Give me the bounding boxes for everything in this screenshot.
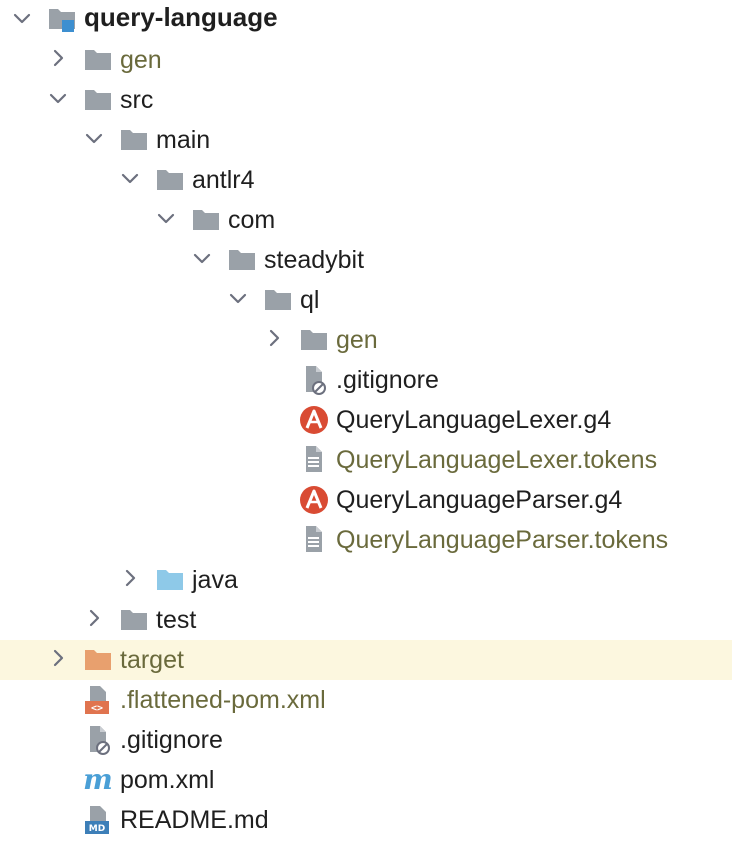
- tree-item-label: .gitignore: [336, 366, 439, 394]
- tree-item-label: main: [156, 126, 211, 154]
- tree-row-steadybit[interactable]: steadybit: [0, 240, 732, 280]
- tree-row-java[interactable]: java: [0, 560, 732, 600]
- svg-text:<>: <>: [91, 703, 103, 714]
- maven-icon: m: [82, 764, 114, 796]
- tree-item-label: .gitignore: [120, 726, 223, 754]
- tree-item-label: target: [120, 646, 184, 674]
- tree-item-label: java: [192, 566, 238, 594]
- folder-icon: [118, 124, 150, 156]
- tree-item-label: .flattened-pom.xml: [120, 686, 326, 714]
- tree-row-gitignore[interactable]: .gitignore: [0, 720, 732, 760]
- tree-item-label: antlr4: [192, 166, 255, 194]
- source-folder-icon: [154, 564, 186, 596]
- text-file-icon: [298, 524, 330, 556]
- chevron-down-icon[interactable]: [120, 168, 140, 188]
- tree-item-label: test: [156, 606, 197, 634]
- ignore-file-icon: [82, 724, 114, 756]
- tree-row-ql[interactable]: ql: [0, 280, 732, 320]
- chevron-down-icon[interactable]: [192, 248, 212, 268]
- tree-row-readme-md[interactable]: MD README.md: [0, 800, 732, 840]
- folder-icon: [262, 284, 294, 316]
- tree-row-gen[interactable]: gen: [0, 320, 732, 360]
- folder-icon: [82, 44, 114, 76]
- folder-icon: [154, 164, 186, 196]
- chevron-right-icon[interactable]: [48, 48, 68, 68]
- tree-row-flattened-pom-xml[interactable]: <> .flattened-pom.xml: [0, 680, 732, 720]
- chevron-right-icon[interactable]: [264, 328, 284, 348]
- tree-item-label: steadybit: [264, 246, 365, 274]
- chevron-down-icon[interactable]: [12, 8, 32, 28]
- module-folder-icon: [46, 4, 78, 36]
- svg-text:m: m: [83, 765, 113, 795]
- tree-row-src[interactable]: src: [0, 80, 732, 120]
- tree-item-label: QueryLanguageParser.g4: [336, 486, 623, 514]
- tree-item-label: ql: [300, 286, 320, 314]
- folder-icon: [82, 84, 114, 116]
- chevron-right-icon[interactable]: [84, 608, 104, 628]
- tree-row-querylanguagelexer-tokens[interactable]: QueryLanguageLexer.tokens: [0, 440, 732, 480]
- tree-row-gen[interactable]: gen: [0, 40, 732, 80]
- xml-file-icon: <>: [82, 684, 114, 716]
- chevron-right-icon[interactable]: [48, 648, 68, 668]
- folder-icon: [190, 204, 222, 236]
- tree-item-label: QueryLanguageLexer.g4: [336, 406, 612, 434]
- folder-icon: [298, 324, 330, 356]
- tree-row-query-language[interactable]: query-language: [0, 0, 732, 40]
- folder-icon: [118, 604, 150, 636]
- tree-row-querylanguageparser-tokens[interactable]: QueryLanguageParser.tokens: [0, 520, 732, 560]
- tree-row-querylanguageparser-g4[interactable]: QueryLanguageParser.g4: [0, 480, 732, 520]
- tree-row-gitignore[interactable]: .gitignore: [0, 360, 732, 400]
- chevron-down-icon[interactable]: [84, 128, 104, 148]
- tree-row-pom-xml[interactable]: m pom.xml: [0, 760, 732, 800]
- antlr-icon: [298, 404, 330, 436]
- chevron-down-icon[interactable]: [156, 208, 176, 228]
- ignore-file-icon: [298, 364, 330, 396]
- tree-item-label: pom.xml: [120, 766, 215, 794]
- chevron-right-icon[interactable]: [120, 568, 140, 588]
- markdown-file-icon: MD: [82, 804, 114, 836]
- tree-item-label: query-language: [84, 2, 278, 32]
- folder-icon: [226, 244, 258, 276]
- tree-item-label: gen: [336, 326, 378, 354]
- tree-row-com[interactable]: com: [0, 200, 732, 240]
- tree-item-label: src: [120, 86, 154, 114]
- tree-row-target[interactable]: target: [0, 640, 732, 680]
- antlr-icon: [298, 484, 330, 516]
- excluded-folder-icon: [82, 644, 114, 676]
- tree-item-label: README.md: [120, 806, 269, 834]
- project-tree: query-language gen src main antlr4 com steadyb…: [0, 0, 732, 840]
- text-file-icon: [298, 444, 330, 476]
- tree-item-label: QueryLanguageParser.tokens: [336, 526, 669, 554]
- chevron-down-icon[interactable]: [228, 288, 248, 308]
- tree-row-antlr4[interactable]: antlr4: [0, 160, 732, 200]
- tree-item-label: QueryLanguageLexer.tokens: [336, 446, 658, 474]
- svg-text:MD: MD: [89, 824, 105, 834]
- chevron-down-icon[interactable]: [48, 88, 68, 108]
- tree-item-label: com: [228, 206, 276, 234]
- tree-row-test[interactable]: test: [0, 600, 732, 640]
- tree-row-querylanguagelexer-g4[interactable]: QueryLanguageLexer.g4: [0, 400, 732, 440]
- tree-row-main[interactable]: main: [0, 120, 732, 160]
- tree-item-label: gen: [120, 46, 162, 74]
